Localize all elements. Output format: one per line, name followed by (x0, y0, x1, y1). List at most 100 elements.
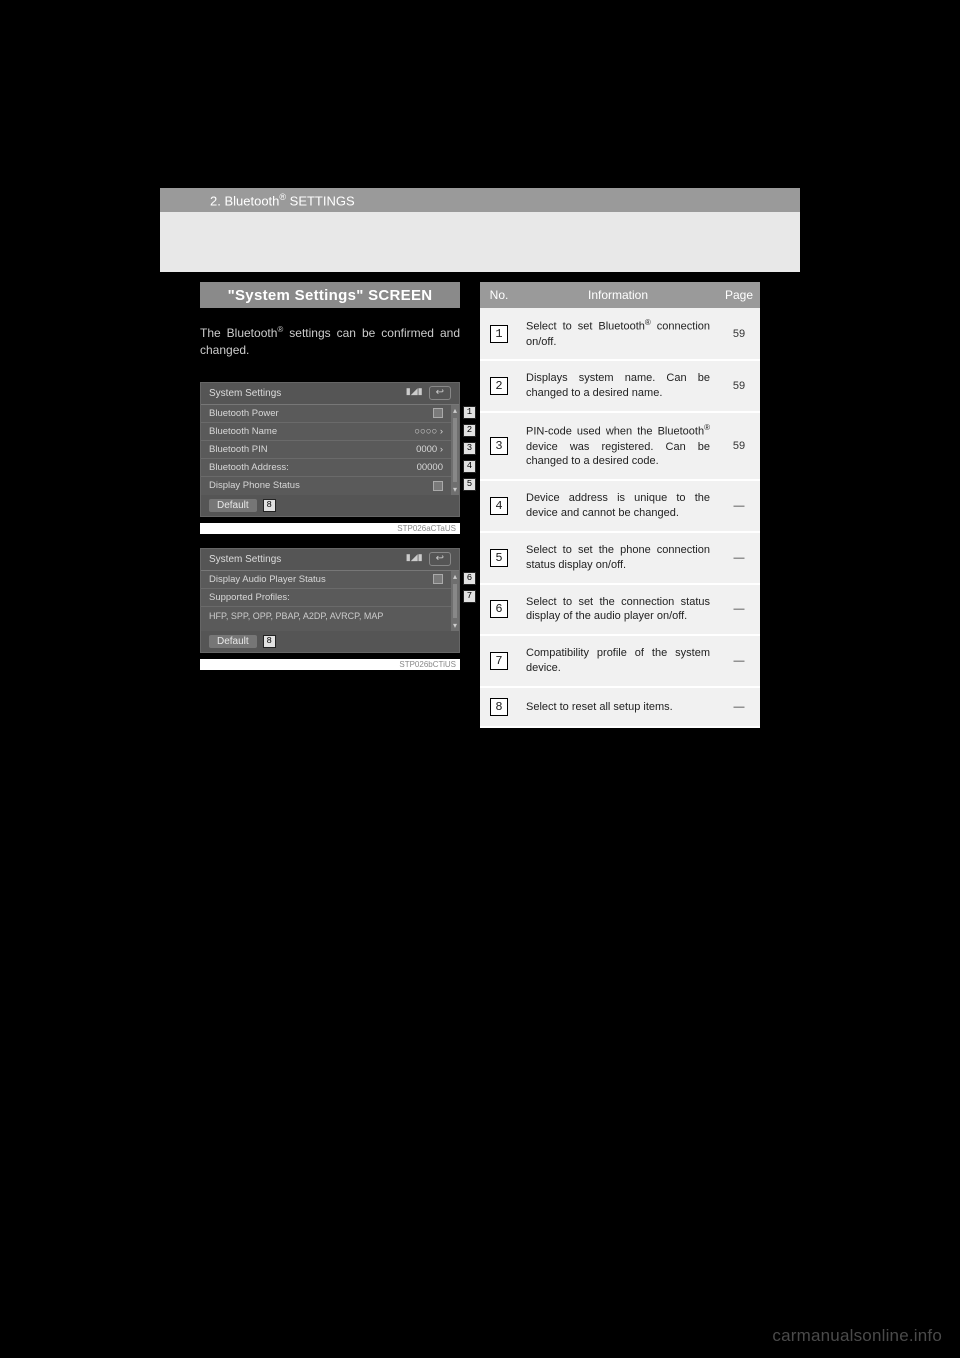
table-row: 7Compatibility profile of the system dev… (480, 635, 760, 687)
screenshot-2: System Settings ▮◢▮ ↩ Display Audio Play… (200, 548, 460, 653)
screenshot-2-code: STP026bCTiUS (200, 659, 460, 670)
pale-band (160, 212, 800, 272)
cell-no: 8 (480, 687, 518, 727)
row-supported-profiles: Supported Profiles: (201, 589, 451, 607)
row-bluetooth-pin[interactable]: Bluetooth PIN 0000 › (201, 441, 451, 459)
number-badge: 4 (490, 497, 508, 515)
scroll-thumb[interactable] (453, 418, 457, 482)
cell-page: — (718, 635, 760, 687)
cell-no: 2 (480, 360, 518, 412)
default-row: Default 8 (201, 495, 459, 516)
number-badge: 3 (490, 437, 508, 455)
cell-info: Select to reset all setup items. (518, 687, 718, 727)
screenshot-2-wrap: System Settings ▮◢▮ ↩ Display Audio Play… (200, 548, 460, 670)
left-column: "System Settings" SCREEN The Bluetooth® … (200, 282, 460, 670)
callout-5: 5 (463, 478, 476, 491)
back-icon[interactable]: ↩ (429, 552, 451, 566)
row-value: 00000 (417, 462, 443, 473)
cell-page: — (718, 480, 760, 532)
table-row: 3PIN-code used when the Bluetooth® devic… (480, 412, 760, 480)
th-page: Page (718, 282, 760, 308)
default-button[interactable]: Default (209, 635, 257, 648)
cell-page: 59 (718, 308, 760, 360)
table-row: 4Device address is unique to the device … (480, 480, 760, 532)
intro-text: The Bluetooth® settings can be confirmed… (200, 324, 460, 360)
scroll-up-icon[interactable]: ▴ (453, 405, 457, 416)
callout-strip-2: 6 7 (463, 572, 478, 603)
default-button[interactable]: Default (209, 499, 257, 512)
table-row: 6 Select to set the connection status dis… (480, 584, 760, 636)
row-label: Supported Profiles: (209, 592, 290, 603)
body-columns: "System Settings" SCREEN The Bluetooth® … (200, 282, 760, 728)
callout-8b: 8 (263, 635, 276, 648)
screenshot-1: System Settings ▮◢▮ ↩ Bluetooth Power Bl… (200, 382, 460, 517)
cell-info: Compatibility profile of the system devi… (518, 635, 718, 687)
callout-6: 6 (463, 572, 476, 585)
watermark: carmanualsonline.info (772, 1326, 942, 1346)
cell-page: 59 (718, 360, 760, 412)
table-row: 5 Select to set the phone connection stat… (480, 532, 760, 584)
number-badge: 2 (490, 377, 508, 395)
back-icon[interactable]: ↩ (429, 386, 451, 400)
row-label: Bluetooth Name (209, 426, 277, 437)
status-bar: ▮◢▮ ↩ (406, 552, 451, 566)
row-label: Display Phone Status (209, 480, 300, 491)
cell-no: 6 (480, 584, 518, 636)
cell-info: Displays system name. Can be changed to … (518, 360, 718, 412)
cell-no: 1 (480, 308, 518, 360)
callout-2: 2 (463, 424, 476, 437)
signal-icon: ▮◢▮ (406, 386, 423, 400)
callout-7: 7 (463, 590, 476, 603)
checkbox-icon[interactable] (433, 481, 443, 491)
callout-4: 4 (463, 460, 476, 473)
table-row: 2 Displays system name. Can be changed to… (480, 360, 760, 412)
callout-8: 8 (263, 499, 276, 512)
cell-page: — (718, 687, 760, 727)
cell-info: Select to set Bluetooth® connection on/o… (518, 308, 718, 360)
cell-no: 7 (480, 635, 518, 687)
section-title: "System Settings" SCREEN (200, 282, 460, 308)
screenshot-1-title: System Settings (209, 388, 281, 399)
screenshot-2-titlebar: System Settings ▮◢▮ ↩ (201, 549, 459, 571)
cell-no: 3 (480, 412, 518, 480)
cell-page: — (718, 584, 760, 636)
cell-info: Select to set the phone connection statu… (518, 532, 718, 584)
row-display-audio-status[interactable]: Display Audio Player Status (201, 571, 451, 589)
cell-no: 4 (480, 480, 518, 532)
cell-no: 5 (480, 532, 518, 584)
default-row: Default 8 (201, 631, 459, 652)
scroll-down-icon[interactable]: ▾ (453, 484, 457, 495)
number-badge: 1 (490, 325, 508, 343)
section-header: 2. Bluetooth® SETTINGS (160, 188, 800, 212)
number-badge: 6 (490, 600, 508, 618)
th-info: Information (518, 282, 718, 308)
status-bar: ▮◢▮ ↩ (406, 386, 451, 400)
row-label: Display Audio Player Status (209, 574, 326, 585)
row-bluetooth-name[interactable]: Bluetooth Name ○○○○ › (201, 423, 451, 441)
profiles-list: HFP, SPP, OPP, PBAP, A2DP, AVRCP, MAP (201, 607, 451, 631)
scrollbar[interactable]: ▴ ▾ (451, 571, 459, 631)
table-row: 8 Select to reset all setup items.— (480, 687, 760, 727)
scroll-thumb[interactable] (453, 584, 457, 618)
scroll-down-icon[interactable]: ▾ (453, 620, 457, 631)
header-text: 2. Bluetooth® SETTINGS (210, 192, 355, 208)
table-row: 1 Select to set Bluetooth® connection on/… (480, 308, 760, 360)
row-bluetooth-power[interactable]: Bluetooth Power (201, 405, 451, 423)
checkbox-icon[interactable] (433, 574, 443, 584)
number-badge: 8 (490, 698, 508, 716)
info-table: No. Information Page 1 Select to set Blue… (480, 282, 760, 728)
cell-page: 59 (718, 412, 760, 480)
row-display-phone-status[interactable]: Display Phone Status (201, 477, 451, 495)
header-section: 2. Bluetooth (210, 193, 279, 208)
cell-info: Select to set the connection status disp… (518, 584, 718, 636)
number-badge: 5 (490, 549, 508, 567)
screenshot-1-rows: Bluetooth Power Bluetooth Name ○○○○ › Bl… (201, 405, 451, 495)
header-suffix: SETTINGS (286, 193, 355, 208)
table-header-row: No. Information Page (480, 282, 760, 308)
cell-page: — (718, 532, 760, 584)
scroll-up-icon[interactable]: ▴ (453, 571, 457, 582)
callout-3: 3 (463, 442, 476, 455)
scrollbar[interactable]: ▴ ▾ (451, 405, 459, 495)
checkbox-icon[interactable] (433, 408, 443, 418)
row-value: ○○○○ › (414, 426, 443, 437)
